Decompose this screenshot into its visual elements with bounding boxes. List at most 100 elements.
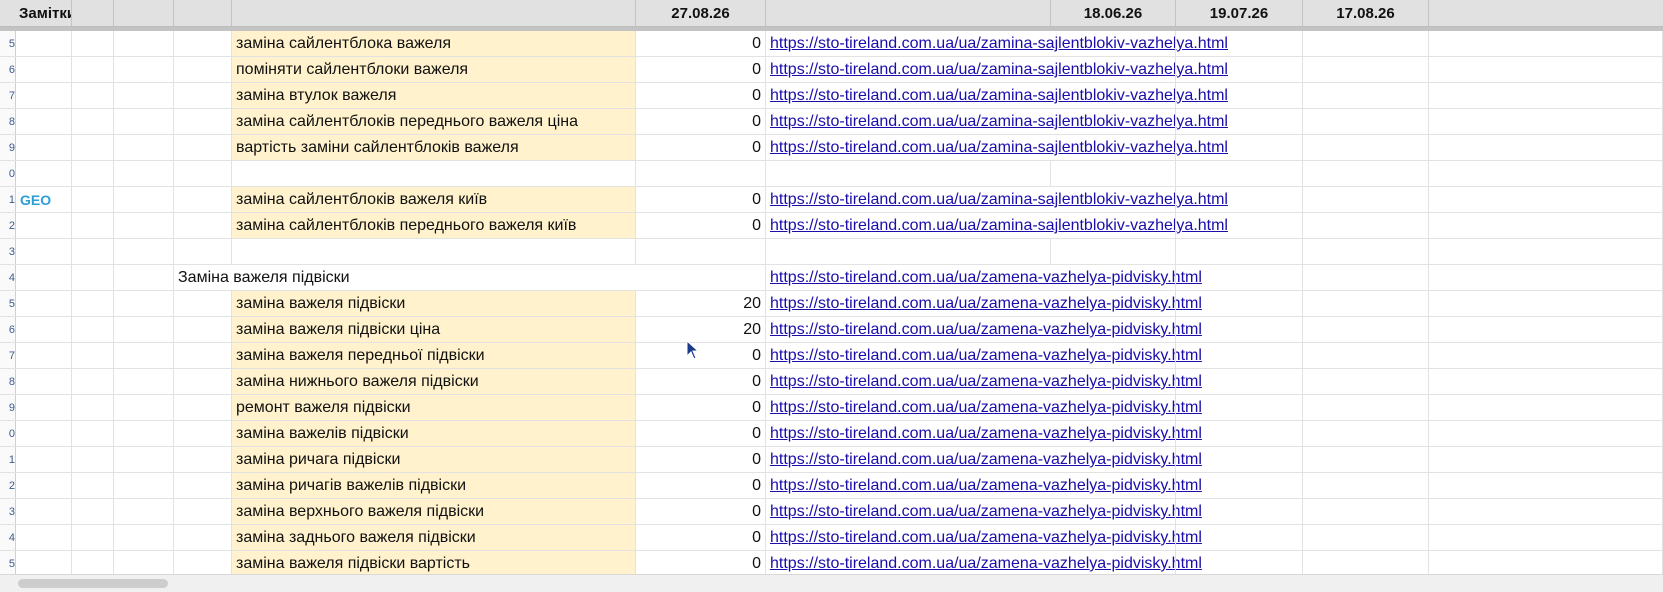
empty-cell[interactable] [114,473,174,498]
empty-cell[interactable] [1051,395,1176,420]
empty-cell[interactable] [174,395,232,420]
empty-cell[interactable] [1051,213,1176,238]
empty-cell[interactable] [1176,395,1303,420]
url-link[interactable]: https://sto-tireland.com.ua/ua/zamina-sa… [766,31,1228,56]
keyword-cell[interactable]: ремонт важеля підвіски [232,395,636,420]
empty-cell[interactable] [72,161,114,186]
empty-cell[interactable] [114,317,174,342]
empty-cell[interactable] [1051,317,1176,342]
empty-cell[interactable] [174,499,232,524]
row-number[interactable]: 7 [0,83,16,108]
empty-cell[interactable] [72,369,114,394]
row-number[interactable]: 4 [0,525,16,550]
value-cell[interactable]: 0 [636,187,766,212]
empty-cell[interactable] [72,395,114,420]
url-link[interactable]: https://sto-tireland.com.ua/ua/zamina-sa… [766,135,1228,160]
empty-cell[interactable] [1429,161,1663,186]
empty-cell[interactable] [1176,499,1303,524]
url-link[interactable]: https://sto-tireland.com.ua/ua/zamena-va… [766,421,1202,446]
empty-cell[interactable] [1303,447,1429,472]
empty-cell[interactable] [72,31,114,56]
empty-cell[interactable] [1051,343,1176,368]
row-number[interactable]: 6 [0,57,16,82]
empty-cell[interactable] [1303,421,1429,446]
value-cell[interactable]: 0 [636,109,766,134]
keyword-cell[interactable]: заміна сайлентблоків переднього важеля к… [232,213,636,238]
header-blank-f[interactable] [232,0,636,26]
empty-cell[interactable] [114,421,174,446]
empty-cell[interactable] [1303,213,1429,238]
url-link[interactable]: https://sto-tireland.com.ua/ua/zamina-sa… [766,187,1228,212]
empty-cell[interactable] [114,499,174,524]
url-link[interactable]: https://sto-tireland.com.ua/ua/zamina-sa… [766,109,1228,134]
row-number[interactable]: 3 [0,499,16,524]
empty-cell[interactable] [174,239,232,264]
empty-cell[interactable] [174,83,232,108]
keyword-cell[interactable]: заміна важеля передньої підвіски [232,343,636,368]
empty-cell[interactable] [1176,213,1303,238]
value-cell[interactable]: 0 [636,421,766,446]
empty-cell[interactable] [1051,291,1176,316]
header-blank-d[interactable] [114,0,174,26]
value-cell[interactable]: 0 [636,473,766,498]
row-number[interactable]: 0 [0,161,16,186]
empty-cell[interactable] [1429,109,1663,134]
empty-cell[interactable] [72,265,114,290]
empty-cell[interactable] [174,187,232,212]
empty-cell[interactable] [1176,343,1303,368]
empty-cell[interactable] [16,57,72,82]
empty-cell[interactable] [72,109,114,134]
empty-cell[interactable] [1176,187,1303,212]
empty-cell[interactable] [1051,31,1176,56]
empty-cell[interactable] [1429,499,1663,524]
empty-cell[interactable] [114,83,174,108]
empty-cell[interactable] [1429,265,1663,290]
empty-cell[interactable] [174,343,232,368]
empty-cell[interactable] [1429,135,1663,160]
empty-cell[interactable] [1303,525,1429,550]
empty-cell[interactable] [232,161,636,186]
empty-cell[interactable] [1051,187,1176,212]
empty-cell[interactable] [636,239,766,264]
empty-cell[interactable] [1429,525,1663,550]
value-cell[interactable]: 0 [636,499,766,524]
empty-cell[interactable] [1429,369,1663,394]
empty-cell[interactable] [1303,161,1429,186]
empty-cell[interactable] [1051,109,1176,134]
keyword-cell[interactable]: заміна нижнього важеля підвіски [232,369,636,394]
empty-cell[interactable] [232,239,636,264]
url-link[interactable]: https://sto-tireland.com.ua/ua/zamina-sa… [766,57,1228,82]
header-date-2[interactable]: 18.06.26 [1051,0,1176,26]
row-number[interactable]: 7 [0,343,16,368]
empty-cell[interactable] [1176,525,1303,550]
group-heading[interactable]: Заміна важеля підвіски [174,265,636,290]
empty-cell[interactable] [174,291,232,316]
scrollbar-thumb[interactable] [18,579,168,588]
empty-cell[interactable] [16,83,72,108]
empty-cell[interactable] [1176,83,1303,108]
empty-cell[interactable] [1429,83,1663,108]
empty-cell[interactable] [174,421,232,446]
empty-cell[interactable] [114,447,174,472]
row-number[interactable]: 8 [0,109,16,134]
empty-cell[interactable] [114,551,174,576]
empty-cell[interactable] [16,525,72,550]
keyword-cell[interactable]: заміна важеля підвіски [232,291,636,316]
value-cell[interactable]: 0 [636,447,766,472]
value-cell[interactable]: 0 [636,135,766,160]
empty-cell[interactable] [1303,239,1429,264]
empty-cell[interactable] [1303,83,1429,108]
empty-cell[interactable] [114,369,174,394]
empty-cell[interactable] [72,317,114,342]
empty-cell[interactable] [114,213,174,238]
empty-cell[interactable] [1303,109,1429,134]
empty-cell[interactable] [1051,551,1176,576]
empty-cell[interactable] [16,291,72,316]
empty-cell[interactable] [1051,83,1176,108]
keyword-cell[interactable]: вартість заміни сайлентблоків важеля [232,135,636,160]
row-number[interactable]: 8 [0,369,16,394]
empty-cell[interactable] [174,31,232,56]
empty-cell[interactable] [16,421,72,446]
keyword-cell[interactable]: заміна заднього важеля підвіски [232,525,636,550]
keyword-cell[interactable]: заміна ричагів важелів підвіски [232,473,636,498]
